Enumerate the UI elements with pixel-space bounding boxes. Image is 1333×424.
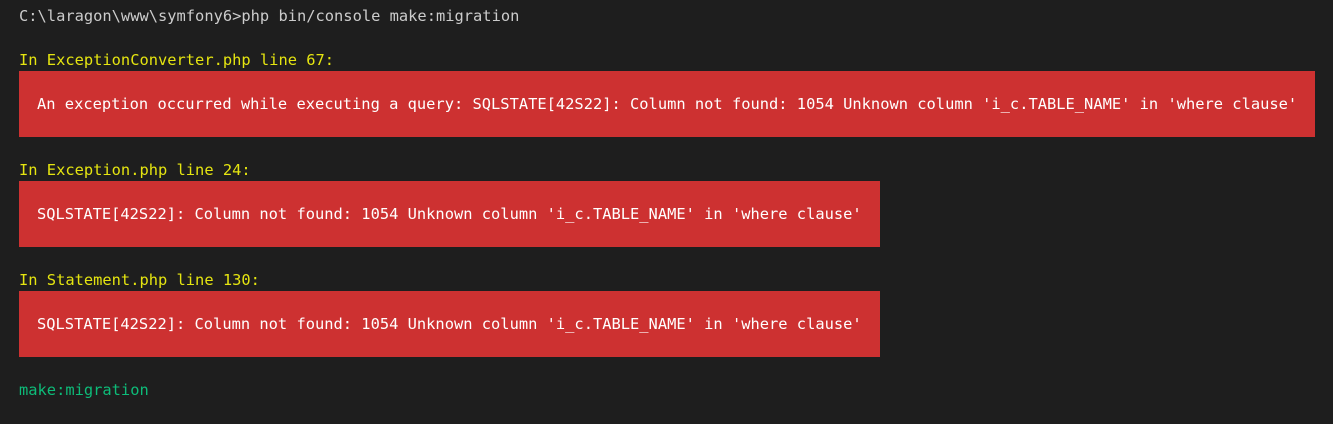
error-heading-exception: In Exception.php line 24: [19,161,251,179]
command-name-footer: make:migration [19,381,149,399]
terminal-output[interactable]: C:\laragon\www\symfony6>php bin/console … [19,5,1333,401]
error-box-exception: SQLSTATE[42S22]: Column not found: 1054 … [19,181,880,247]
error-heading-statement: In Statement.php line 130: [19,271,260,289]
error-heading-exception-converter: In ExceptionConverter.php line 67: [19,51,335,69]
command-prompt-line: C:\laragon\www\symfony6>php bin/console … [19,7,520,25]
error-box-exception-converter: An exception occurred while executing a … [19,71,1316,137]
error-box-statement: SQLSTATE[42S22]: Column not found: 1054 … [19,291,880,357]
